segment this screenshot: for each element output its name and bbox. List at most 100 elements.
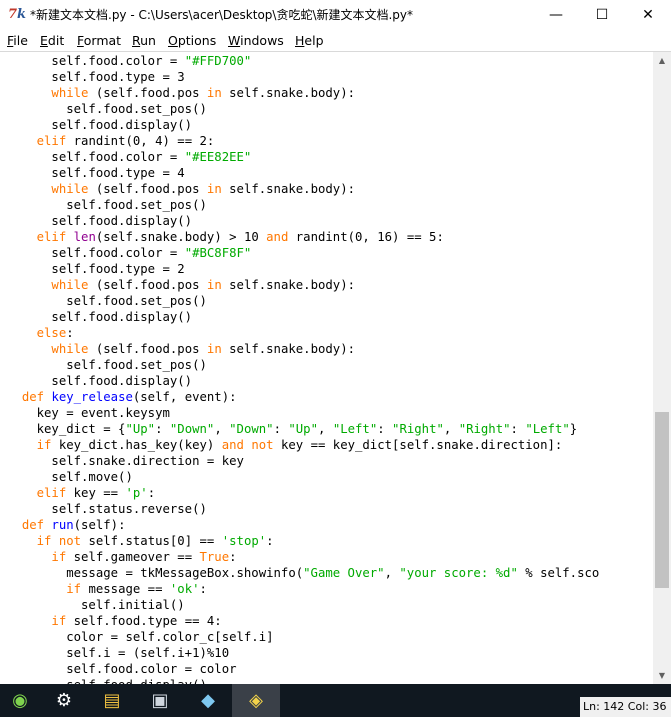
code-token: def — [21, 390, 45, 404]
menu-windows[interactable]: Windows — [228, 33, 284, 49]
menu-edit[interactable]: Edit — [40, 33, 64, 49]
code-token: randint(0, 16) == 5: — [288, 230, 444, 244]
menu-options[interactable]: Options — [168, 33, 216, 49]
minimize-button[interactable]: — — [533, 0, 579, 31]
app-window-icon[interactable]: ▣ — [136, 684, 184, 717]
code-token: : — [377, 422, 393, 436]
code-line: while (self.food.pos in self.snake.body)… — [7, 341, 599, 357]
code-token: self.snake.body): — [221, 342, 355, 356]
code-token: "Left" — [525, 422, 570, 436]
code-line: self.food.color = "#EE82EE" — [7, 149, 599, 165]
code-line: self.food.set_pos() — [7, 197, 599, 213]
scrollbar-thumb[interactable] — [655, 412, 669, 588]
code-token: (self.food.pos — [88, 86, 207, 100]
code-token: "#FFD700" — [184, 54, 252, 68]
vertical-scrollbar[interactable]: ▲ ▼ — [653, 52, 671, 684]
code-token: self.food.type = 2 — [7, 262, 185, 276]
status-bar: Ln: 142 Col: 36 — [580, 697, 671, 717]
start-orb-icon[interactable]: ◉ — [0, 684, 40, 717]
code-token: : — [273, 422, 289, 436]
code-token: } — [569, 422, 578, 436]
code-token: message == — [81, 582, 170, 596]
code-token: while — [51, 86, 89, 100]
code-line: self.status.reverse() — [7, 501, 599, 517]
code-line: if message == 'ok': — [7, 581, 599, 597]
code-token: , — [214, 422, 230, 436]
code-token: self.snake.body): — [221, 86, 355, 100]
code-token: , — [384, 566, 400, 580]
code-token: not — [58, 534, 82, 548]
menu-file[interactable]: File — [7, 33, 28, 49]
menu-run[interactable]: Run — [132, 33, 156, 49]
code-token: : — [266, 534, 274, 548]
settings-gear-icon[interactable]: ⚙ — [40, 684, 88, 717]
code-token: randint(0, 4) == 2: — [66, 134, 215, 148]
code-line: else: — [7, 325, 599, 341]
code-token: : — [147, 486, 156, 500]
code-token: "Down" — [169, 422, 215, 436]
code-token: def — [21, 518, 45, 532]
code-token: in — [206, 86, 222, 100]
code-line: self.food.set_pos() — [7, 101, 599, 117]
code-token: self.snake.body): — [221, 182, 355, 196]
code-token: "#BC8F8F" — [184, 246, 252, 260]
code-line: while (self.food.pos in self.snake.body)… — [7, 277, 599, 293]
code-token: len — [73, 230, 96, 244]
windows-taskbar: ◉ ⚙ ▤ ▣ ◆ ◈ — [0, 684, 671, 717]
notes-app-icon[interactable]: ◆ — [184, 684, 232, 717]
code-line: self.food.set_pos() — [7, 357, 599, 373]
code-line: self.snake.direction = key — [7, 453, 599, 469]
code-token: True — [199, 550, 230, 564]
code-token: "your score: %d" — [399, 566, 518, 580]
idle-app-icon: 7k — [8, 7, 27, 22]
code-token: "Left" — [332, 422, 378, 436]
menu-format[interactable]: Format — [77, 33, 121, 49]
scroll-up-arrow-icon[interactable]: ▲ — [653, 52, 671, 69]
python-idle-icon[interactable]: ◈ — [232, 684, 280, 717]
code-line: self.food.color = "#FFD700" — [7, 53, 599, 69]
code-token: if — [36, 438, 52, 452]
code-token: : — [199, 582, 207, 596]
code-token: (self.snake.body) > 10 — [95, 230, 267, 244]
code-token: self.gameover == — [66, 550, 200, 564]
code-line: self.food.display() — [7, 373, 599, 389]
code-token: color = self.color_c[self.i] — [7, 630, 274, 644]
code-token: self.food.color = color — [7, 662, 237, 676]
code-token: self.food.set_pos() — [7, 198, 207, 212]
code-line: self.food.type = 4 — [7, 165, 599, 181]
code-token: key == — [66, 486, 126, 500]
code-line: self.i = (self.i+1)%10 — [7, 645, 599, 661]
close-button[interactable]: ✕ — [625, 0, 671, 31]
code-token: self.food.set_pos() — [7, 102, 207, 116]
code-line: self.initial() — [7, 597, 599, 613]
code-token: self.i = (self.i+1)%10 — [7, 646, 230, 660]
code-token: self.food.set_pos() — [7, 358, 207, 372]
code-text[interactable]: self.food.color = "#FFD700" self.food.ty… — [7, 53, 599, 684]
code-token: self.food.display() — [7, 374, 193, 388]
code-line: self.move() — [7, 469, 599, 485]
code-line: self.food.type = 3 — [7, 69, 599, 85]
code-token: self.food.color = — [7, 150, 185, 164]
menu-help[interactable]: Help — [295, 33, 324, 49]
code-line: color = self.color_c[self.i] — [7, 629, 599, 645]
code-token: "Up" — [125, 422, 156, 436]
code-token: self.food.type == 4: — [66, 614, 222, 628]
code-line: if key_dict.has_key(key) and not key == … — [7, 437, 599, 453]
code-token: elif — [36, 486, 67, 500]
scroll-down-arrow-icon[interactable]: ▼ — [653, 667, 671, 684]
code-token: "#EE82EE" — [184, 150, 252, 164]
code-editor[interactable]: self.food.color = "#FFD700" self.food.ty… — [0, 52, 653, 684]
title-bar[interactable]: 7k *新建文本文档.py - C:\Users\acer\Desktop\贪吃… — [0, 0, 671, 31]
code-token: in — [206, 278, 222, 292]
code-line: if self.gameover == True: — [7, 549, 599, 565]
file-explorer-icon[interactable]: ▤ — [88, 684, 136, 717]
maximize-button[interactable]: ☐ — [579, 0, 625, 31]
code-token: % self.sco — [517, 566, 600, 580]
code-token: self.food.color = — [7, 246, 185, 260]
